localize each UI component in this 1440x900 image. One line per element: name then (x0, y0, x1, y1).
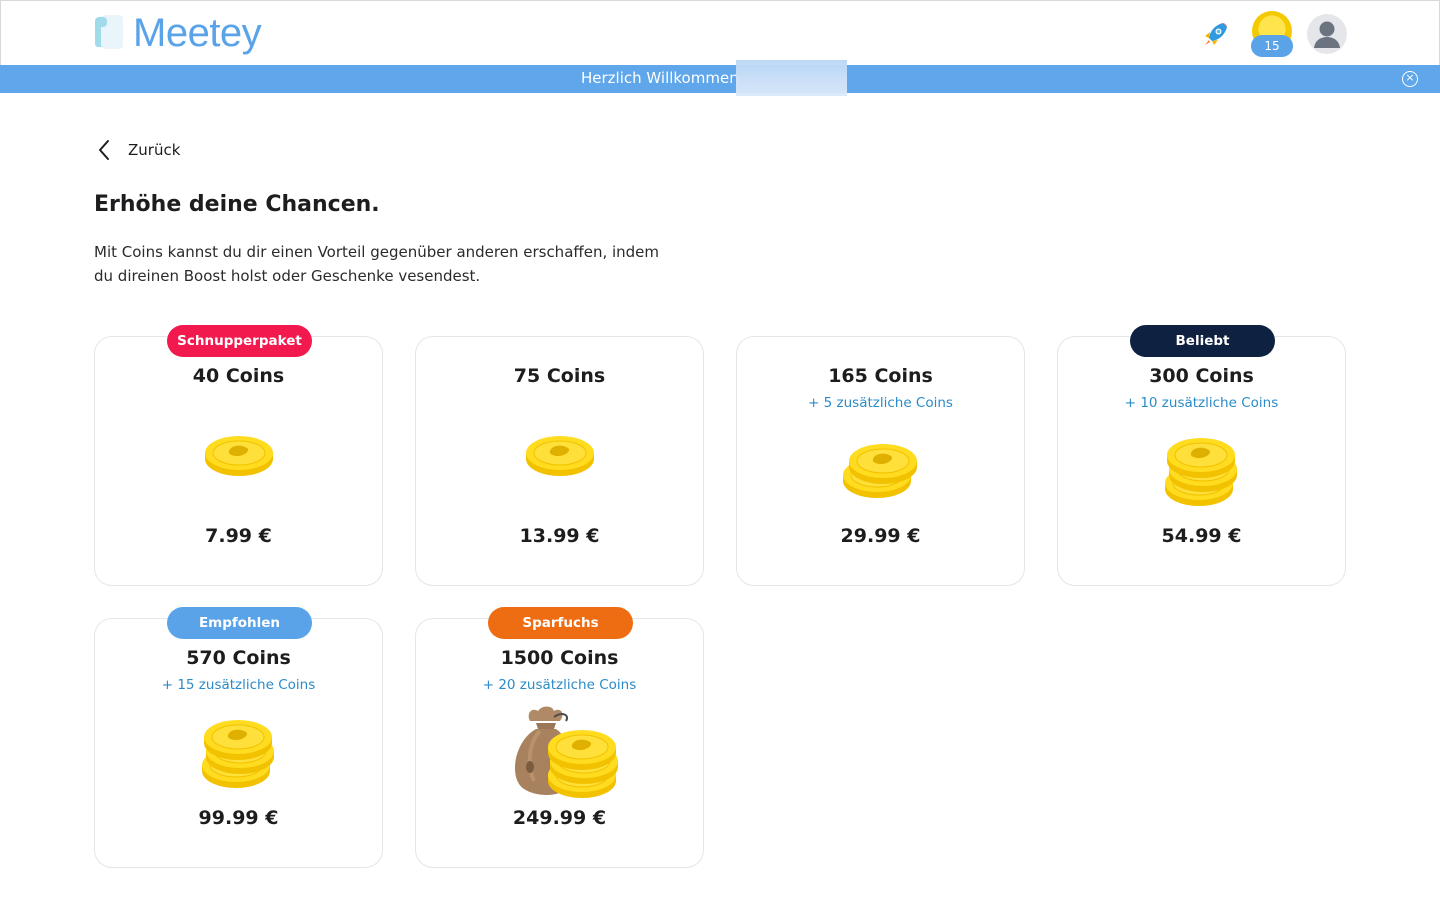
page-description: Mit Coins kannst du dir einen Vorteil ge… (94, 243, 660, 285)
package-coins: 300 Coins (1149, 365, 1254, 387)
close-circle-icon[interactable]: × (1402, 71, 1418, 87)
page-title: Erhöhe deine Chancen. (94, 192, 380, 217)
package-bonus: + 10 zusätzliche Coins (1124, 395, 1279, 411)
welcome-banner: Herzlich Willkommen × (0, 60, 1440, 96)
coin-package-card[interactable]: Schnupperpaket 40 Coins 7.99 € (94, 325, 383, 586)
package-price: 29.99 € (840, 525, 921, 547)
package-coins: 1500 Coins (500, 647, 619, 669)
package-coins: 75 Coins (513, 365, 606, 387)
header-actions: 15 (1201, 11, 1347, 57)
rocket-icon[interactable] (1201, 19, 1231, 49)
package-price: 7.99 € (205, 525, 272, 547)
coin-stack-icon (416, 431, 703, 481)
package-badge: Empfohlen (167, 607, 312, 639)
coin-count: 15 (1251, 35, 1293, 57)
coin-stack-icon (95, 715, 382, 789)
package-badge: Sparfuchs (488, 607, 633, 639)
chevron-left-icon (99, 140, 109, 160)
coin-package-card[interactable]: 75 Coins 13.99 € (415, 336, 704, 586)
package-coins: 570 Coins (186, 647, 291, 669)
package-bonus: + 20 zusätzliche Coins (482, 677, 637, 693)
coin-package-card[interactable]: Empfohlen 570 Coins + 15 zusätzliche Coins… (94, 607, 383, 868)
coin-stack-icon (95, 431, 382, 481)
back-button[interactable]: Zurück (94, 138, 180, 162)
package-price: 13.99 € (519, 525, 600, 547)
money-bag-icon (416, 701, 703, 801)
welcome-text: Herzlich Willkommen (581, 69, 739, 87)
user-avatar-icon (1314, 21, 1340, 48)
package-coins: 40 Coins (192, 365, 285, 387)
package-price: 54.99 € (1161, 525, 1242, 547)
app-name: Meetey (133, 11, 262, 55)
coin-stack-icon (1058, 433, 1345, 507)
package-badge: Schnupperpaket (167, 325, 312, 357)
coin-balance[interactable]: 15 (1251, 11, 1293, 57)
coin-package-card[interactable]: Sparfuchs 1500 Coins + 20 zusätzliche Coin… (415, 607, 704, 868)
package-price: 249.99 € (512, 807, 607, 829)
coin-stack-icon (737, 437, 1024, 499)
redacted-username (736, 60, 847, 96)
logo-icon (95, 15, 123, 49)
package-bonus: + 5 zusätzliche Coins (808, 395, 953, 411)
back-label: Zurück (128, 141, 181, 159)
package-price: 99.99 € (198, 807, 279, 829)
app-logo[interactable]: Meetey (95, 11, 262, 55)
top-bar: Meetey 15 (0, 0, 1440, 65)
coin-package-card[interactable]: Beliebt 300 Coins + 10 zusätzliche Coins 5… (1057, 325, 1346, 586)
package-badge: Beliebt (1130, 325, 1275, 357)
package-coins: 165 Coins (828, 365, 933, 387)
package-bonus: + 15 zusätzliche Coins (161, 677, 316, 693)
user-avatar[interactable] (1307, 14, 1347, 54)
coin-package-card[interactable]: 165 Coins + 5 zusätzliche Coins 29.99 € (736, 336, 1025, 586)
